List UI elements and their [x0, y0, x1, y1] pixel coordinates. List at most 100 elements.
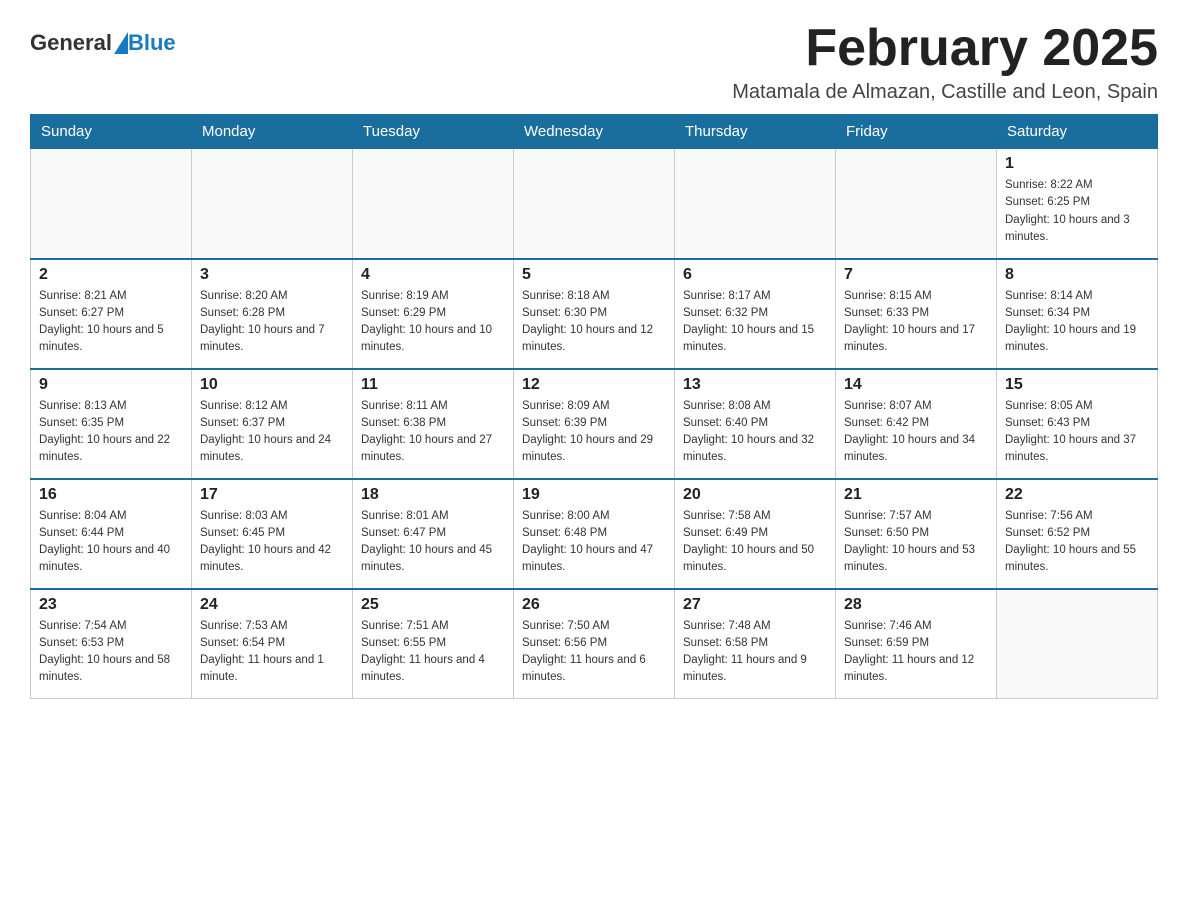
- day-number: 1: [1005, 155, 1149, 173]
- calendar-week-row: 2Sunrise: 8:21 AMSunset: 6:27 PMDaylight…: [31, 259, 1158, 369]
- day-number: 16: [39, 486, 183, 504]
- month-title: February 2025: [732, 20, 1158, 77]
- day-info: Sunrise: 7:57 AMSunset: 6:50 PMDaylight:…: [844, 508, 988, 577]
- day-info: Sunrise: 7:50 AMSunset: 6:56 PMDaylight:…: [522, 618, 666, 687]
- day-info: Sunrise: 8:20 AMSunset: 6:28 PMDaylight:…: [200, 288, 344, 357]
- day-info: Sunrise: 7:54 AMSunset: 6:53 PMDaylight:…: [39, 618, 183, 687]
- calendar-day-cell: 13 Sunrise: 8:08 AMSunset: 6:40 PMDayligh…: [675, 369, 836, 479]
- day-info: Sunrise: 8:18 AMSunset: 6:30 PMDaylight:…: [522, 288, 666, 357]
- calendar-day-cell: 19Sunrise: 8:00 AMSunset: 6:48 PMDayligh…: [514, 479, 675, 589]
- day-number: 7: [844, 266, 988, 284]
- calendar-day-cell: 4Sunrise: 8:19 AMSunset: 6:29 PMDaylight…: [353, 259, 514, 369]
- calendar-day-cell: 27 Sunrise: 7:48 AMSunset: 6:58 PMDayligh…: [675, 589, 836, 699]
- day-number: 3: [200, 266, 344, 284]
- day-info: Sunrise: 8:15 AMSunset: 6:33 PMDaylight:…: [844, 288, 988, 357]
- day-number: 18: [361, 486, 505, 504]
- calendar-day-cell: 22 Sunrise: 7:56 AMSunset: 6:52 PMDayligh…: [997, 479, 1158, 589]
- calendar-day-cell: 9 Sunrise: 8:13 AMSunset: 6:35 PMDaylight…: [31, 369, 192, 479]
- calendar-table: SundayMondayTuesdayWednesdayThursdayFrid…: [30, 114, 1158, 699]
- day-info: Sunrise: 7:46 AMSunset: 6:59 PMDaylight:…: [844, 618, 988, 687]
- day-number: 21: [844, 486, 988, 504]
- day-number: 2: [39, 266, 183, 284]
- calendar-day-cell: 1 Sunrise: 8:22 AMSunset: 6:25 PMDaylight…: [997, 149, 1158, 259]
- day-info: Sunrise: 7:51 AMSunset: 6:55 PMDaylight:…: [361, 618, 505, 687]
- page-header: General Blue February 2025 Matamala de A…: [30, 20, 1158, 104]
- day-number: 12: [522, 376, 666, 394]
- day-number: 23: [39, 596, 183, 614]
- calendar-day-cell: 20 Sunrise: 7:58 AMSunset: 6:49 PMDayligh…: [675, 479, 836, 589]
- calendar-day-cell: [997, 589, 1158, 699]
- day-info: Sunrise: 7:48 AMSunset: 6:58 PMDaylight:…: [683, 618, 827, 687]
- day-number: 5: [522, 266, 666, 284]
- day-number: 27: [683, 596, 827, 614]
- day-info: Sunrise: 8:09 AMSunset: 6:39 PMDaylight:…: [522, 398, 666, 467]
- calendar-day-cell: 14Sunrise: 8:07 AMSunset: 6:42 PMDayligh…: [836, 369, 997, 479]
- day-info: Sunrise: 8:01 AMSunset: 6:47 PMDaylight:…: [361, 508, 505, 577]
- calendar-day-cell: 25 Sunrise: 7:51 AMSunset: 6:55 PMDayligh…: [353, 589, 514, 699]
- day-info: Sunrise: 7:58 AMSunset: 6:49 PMDaylight:…: [683, 508, 827, 577]
- calendar-week-row: 23 Sunrise: 7:54 AMSunset: 6:53 PMDayligh…: [31, 589, 1158, 699]
- day-number: 15: [1005, 376, 1149, 394]
- day-info: Sunrise: 8:14 AMSunset: 6:34 PMDaylight:…: [1005, 288, 1149, 357]
- calendar-day-cell: 18 Sunrise: 8:01 AMSunset: 6:47 PMDayligh…: [353, 479, 514, 589]
- calendar-day-cell: [31, 149, 192, 259]
- day-number: 13: [683, 376, 827, 394]
- calendar-day-cell: 3 Sunrise: 8:20 AMSunset: 6:28 PMDaylight…: [192, 259, 353, 369]
- calendar-week-row: 9 Sunrise: 8:13 AMSunset: 6:35 PMDaylight…: [31, 369, 1158, 479]
- day-info: Sunrise: 8:13 AMSunset: 6:35 PMDaylight:…: [39, 398, 183, 467]
- day-number: 17: [200, 486, 344, 504]
- calendar-day-header: Friday: [836, 115, 997, 149]
- day-info: Sunrise: 8:03 AMSunset: 6:45 PMDaylight:…: [200, 508, 344, 577]
- day-info: Sunrise: 8:07 AMSunset: 6:42 PMDaylight:…: [844, 398, 988, 467]
- calendar-day-cell: 23 Sunrise: 7:54 AMSunset: 6:53 PMDayligh…: [31, 589, 192, 699]
- calendar-day-cell: [192, 149, 353, 259]
- logo-blue: Blue: [128, 30, 176, 56]
- day-info: Sunrise: 8:08 AMSunset: 6:40 PMDaylight:…: [683, 398, 827, 467]
- logo-icon: [114, 32, 128, 54]
- calendar-day-cell: 16Sunrise: 8:04 AMSunset: 6:44 PMDayligh…: [31, 479, 192, 589]
- calendar-day-cell: [675, 149, 836, 259]
- day-number: 20: [683, 486, 827, 504]
- calendar-day-cell: 24 Sunrise: 7:53 AMSunset: 6:54 PMDayligh…: [192, 589, 353, 699]
- calendar-day-cell: 11 Sunrise: 8:11 AMSunset: 6:38 PMDayligh…: [353, 369, 514, 479]
- location-subtitle: Matamala de Almazan, Castille and Leon, …: [732, 81, 1158, 104]
- logo-general: General: [30, 30, 112, 56]
- day-info: Sunrise: 8:22 AMSunset: 6:25 PMDaylight:…: [1005, 177, 1149, 246]
- calendar-day-cell: 28 Sunrise: 7:46 AMSunset: 6:59 PMDayligh…: [836, 589, 997, 699]
- calendar-day-cell: 6Sunrise: 8:17 AMSunset: 6:32 PMDaylight…: [675, 259, 836, 369]
- day-info: Sunrise: 7:56 AMSunset: 6:52 PMDaylight:…: [1005, 508, 1149, 577]
- calendar-day-cell: 5 Sunrise: 8:18 AMSunset: 6:30 PMDaylight…: [514, 259, 675, 369]
- calendar-day-cell: [353, 149, 514, 259]
- calendar-day-header: Sunday: [31, 115, 192, 149]
- day-number: 22: [1005, 486, 1149, 504]
- day-number: 24: [200, 596, 344, 614]
- calendar-day-header: Wednesday: [514, 115, 675, 149]
- day-number: 25: [361, 596, 505, 614]
- title-block: February 2025 Matamala de Almazan, Casti…: [732, 20, 1158, 104]
- day-info: Sunrise: 7:53 AMSunset: 6:54 PMDaylight:…: [200, 618, 344, 687]
- day-number: 4: [361, 266, 505, 284]
- calendar-day-header: Monday: [192, 115, 353, 149]
- calendar-week-row: 16Sunrise: 8:04 AMSunset: 6:44 PMDayligh…: [31, 479, 1158, 589]
- calendar-day-cell: 7 Sunrise: 8:15 AMSunset: 6:33 PMDaylight…: [836, 259, 997, 369]
- day-info: Sunrise: 8:11 AMSunset: 6:38 PMDaylight:…: [361, 398, 505, 467]
- day-number: 11: [361, 376, 505, 394]
- logo: General Blue: [30, 30, 176, 56]
- calendar-day-cell: 10Sunrise: 8:12 AMSunset: 6:37 PMDayligh…: [192, 369, 353, 479]
- calendar-day-header: Thursday: [675, 115, 836, 149]
- calendar-day-header: Saturday: [997, 115, 1158, 149]
- day-info: Sunrise: 8:17 AMSunset: 6:32 PMDaylight:…: [683, 288, 827, 357]
- calendar-day-cell: 26 Sunrise: 7:50 AMSunset: 6:56 PMDayligh…: [514, 589, 675, 699]
- calendar-day-cell: [836, 149, 997, 259]
- calendar-header-row: SundayMondayTuesdayWednesdayThursdayFrid…: [31, 115, 1158, 149]
- day-info: Sunrise: 8:05 AMSunset: 6:43 PMDaylight:…: [1005, 398, 1149, 467]
- day-number: 19: [522, 486, 666, 504]
- day-info: Sunrise: 8:12 AMSunset: 6:37 PMDaylight:…: [200, 398, 344, 467]
- day-number: 28: [844, 596, 988, 614]
- day-number: 8: [1005, 266, 1149, 284]
- calendar-day-cell: 17 Sunrise: 8:03 AMSunset: 6:45 PMDayligh…: [192, 479, 353, 589]
- calendar-day-cell: [514, 149, 675, 259]
- day-number: 26: [522, 596, 666, 614]
- day-number: 9: [39, 376, 183, 394]
- calendar-day-cell: 21 Sunrise: 7:57 AMSunset: 6:50 PMDayligh…: [836, 479, 997, 589]
